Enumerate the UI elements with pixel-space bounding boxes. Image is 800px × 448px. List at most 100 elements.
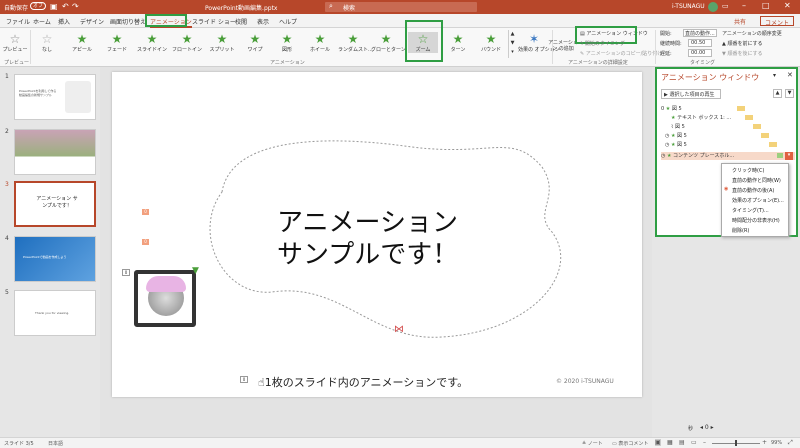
start-select[interactable]: 直前の動作... xyxy=(683,29,717,37)
language-indicator[interactable]: 日本語 xyxy=(48,440,63,447)
zoom-in-icon[interactable]: + xyxy=(762,439,767,446)
comments-button[interactable]: ▭ 表示コメント xyxy=(612,440,648,447)
slide-canvas[interactable]: アニメーション サンプルです！ 0 0 0 ▼ ⋈ 0 ☝1枚のスライド内のアニ… xyxy=(112,72,642,397)
avatar[interactable] xyxy=(708,2,718,12)
timeline-bar xyxy=(769,142,777,147)
slide-thumbnail-3-selected[interactable]: アニメーション サンプルです！ xyxy=(14,181,96,227)
minimize-icon[interactable]: – xyxy=(742,1,746,10)
tab-view[interactable]: 表示 xyxy=(257,17,269,26)
animation-pane: アニメーション ウィンドウ ▾ ✕ ▶ 選択した項目の再生 ▲ ▼ 0 ★ 図 … xyxy=(655,67,798,237)
move-down-button[interactable]: ▼ xyxy=(785,89,794,98)
zoom-level[interactable]: 99% xyxy=(771,440,782,446)
slide-thumbnail-1[interactable]: PowerPointを利用して作る動画編集の新規サンプル xyxy=(14,74,96,120)
zoom-out-icon[interactable]: – xyxy=(703,439,706,446)
move-earlier-button[interactable]: ▲ 順番を前にする xyxy=(722,40,763,47)
tab-insert[interactable]: 挿入 xyxy=(58,17,70,26)
animation-list-item-selected[interactable]: ◷ ★ コンテンツ プレースホル... xyxy=(661,152,795,160)
pane-options-icon[interactable]: ▾ xyxy=(773,72,776,79)
move-later-button[interactable]: ▼ 順番を後にする xyxy=(722,50,763,57)
animation-painter-button[interactable]: ✎ アニメーションのコピー/貼り付け xyxy=(580,50,662,57)
close-icon[interactable]: ✕ xyxy=(784,1,791,10)
animation-tag[interactable]: 0 xyxy=(142,209,149,215)
tab-help[interactable]: ヘルプ xyxy=(279,17,297,26)
menu-on-click[interactable]: クリック時(C) xyxy=(732,167,764,174)
play-icon: ▶ xyxy=(664,92,668,98)
animation-tag[interactable]: 0 xyxy=(122,269,130,276)
pane-close-icon[interactable]: ✕ xyxy=(787,71,793,79)
slide-thumbnail-2[interactable] xyxy=(14,129,96,175)
animation-tag[interactable]: 0 xyxy=(142,239,149,245)
effect-fade[interactable]: ★ フェード xyxy=(102,32,132,53)
effect-split[interactable]: ★ スプリット xyxy=(207,32,237,53)
add-animation-button[interactable]: アニメーション の追加 xyxy=(548,40,578,52)
notes-button[interactable]: ≜ ノート xyxy=(582,440,603,447)
tab-design[interactable]: デザイン xyxy=(80,17,104,26)
tab-transitions[interactable]: 画面切り替え xyxy=(110,17,146,26)
save-icon[interactable]: ▣ xyxy=(50,2,58,11)
effect-float-in[interactable]: ★ フロートイン xyxy=(172,32,202,53)
animation-list-item[interactable]: 0 ★ 図 5 xyxy=(661,105,795,113)
timeline-zoom-icon[interactable]: ◂ 0 ▸ xyxy=(700,424,714,431)
delay-field[interactable]: 00.00 xyxy=(688,49,712,57)
maximize-icon[interactable]: □ xyxy=(762,1,770,10)
menu-after-previous[interactable]: 直前の動作の後(A) xyxy=(732,187,774,194)
autosave-toggle[interactable]: オフ xyxy=(30,2,46,10)
preview-button[interactable]: ☆ プレビュー xyxy=(0,32,30,53)
menu-with-previous[interactable]: 直前の動作と同時(W) xyxy=(732,177,781,184)
character-image[interactable] xyxy=(134,270,196,327)
item-dropdown-button[interactable]: ▾ xyxy=(785,152,793,160)
effect-fly-in[interactable]: ★ スライドイン xyxy=(137,32,167,53)
search-box[interactable]: ⌕ 検索 xyxy=(325,2,477,12)
play-selected-button[interactable]: ▶ 選択した項目の再生 xyxy=(661,89,721,99)
tab-home[interactable]: ホーム xyxy=(33,17,51,26)
effect-random-bars[interactable]: ★ ランダムスト... xyxy=(338,32,373,53)
effect-wipe[interactable]: ★ ワイプ xyxy=(240,32,270,53)
effect-label: なし xyxy=(41,47,52,53)
menu-effect-options[interactable]: 効果のオプション(E)... xyxy=(732,197,784,204)
effect-options-button[interactable]: ✶ 効果の オプション xyxy=(518,32,560,53)
effect-bounce[interactable]: ★ バウンド xyxy=(476,32,506,53)
menu-remove[interactable]: 削除(R) xyxy=(732,227,749,234)
sorter-view-icon[interactable]: ▦ xyxy=(667,439,673,446)
comment-button[interactable]: コメント xyxy=(760,16,795,27)
slideshow-view-icon[interactable]: ▭ xyxy=(691,439,697,446)
reading-view-icon[interactable]: ▤ xyxy=(679,439,685,446)
star-icon: ★ xyxy=(671,115,676,121)
slide-number: 2 xyxy=(5,128,9,135)
trigger-button[interactable]: ϟ 開始のタイミング xyxy=(580,40,625,47)
effect-none[interactable]: ☆ なし xyxy=(32,32,62,53)
redo-icon[interactable]: ↷ xyxy=(72,2,79,11)
tab-file[interactable]: ファイル xyxy=(6,17,30,26)
normal-view-icon[interactable]: ▣ xyxy=(655,439,661,446)
fit-slide-icon[interactable]: ⤢ xyxy=(788,439,793,447)
ribbon-display-icon[interactable]: ▭ xyxy=(722,2,729,10)
gallery-scroll[interactable]: ▲ ▼ ▾ xyxy=(508,30,516,58)
add-animation-label: アニメーション の追加 xyxy=(548,40,578,52)
slide-title-line2[interactable]: サンプルです！ xyxy=(277,234,458,271)
share-button[interactable]: 共有 xyxy=(734,17,746,26)
undo-icon[interactable]: ↶ xyxy=(62,2,69,11)
effect-appear[interactable]: ★ アピール xyxy=(67,32,97,53)
slide-caption[interactable]: ☝1枚のスライド内のアニメーションです。 xyxy=(258,374,468,390)
effect-shape[interactable]: ★ 図形 xyxy=(272,32,302,53)
animation-list-item[interactable]: ◷ ★ 図 5 xyxy=(665,141,799,149)
animation-list-item[interactable]: ⌇ 図 5 xyxy=(671,123,800,131)
slide-thumbnail-5[interactable]: Thank you for viewing. xyxy=(14,290,96,336)
slide-thumbnail-4[interactable]: PowerPointで動画を作成しよう xyxy=(14,236,96,282)
animation-list-item[interactable]: ◷ ★ 図 5 xyxy=(665,132,799,140)
duration-field[interactable]: 00.50 xyxy=(688,39,712,47)
tab-slideshow[interactable]: スライド ショー xyxy=(192,17,236,26)
tab-review[interactable]: 校閲 xyxy=(235,17,247,26)
menu-timing[interactable]: タイミング(T)... xyxy=(732,207,769,214)
star-icon: ★ xyxy=(485,32,497,46)
menu-hide-timeline[interactable]: 時間配分の非表示(H) xyxy=(732,217,780,224)
effect-turn[interactable]: ★ ターン xyxy=(443,32,473,53)
trigger-label: 開始のタイミング xyxy=(584,41,625,47)
zoom-slider-handle[interactable] xyxy=(735,440,737,446)
animation-list-item[interactable]: ★ テキスト ボックス 1: ... xyxy=(671,114,800,122)
move-up-button[interactable]: ▲ xyxy=(773,89,782,98)
animation-tag[interactable]: 0 xyxy=(240,376,248,383)
effect-wheel[interactable]: ★ ホイール xyxy=(305,32,335,53)
effect-grow-turn[interactable]: ★ グローとターン xyxy=(371,32,406,53)
caption-text: 1枚のスライド内のアニメーションです。 xyxy=(264,376,469,389)
